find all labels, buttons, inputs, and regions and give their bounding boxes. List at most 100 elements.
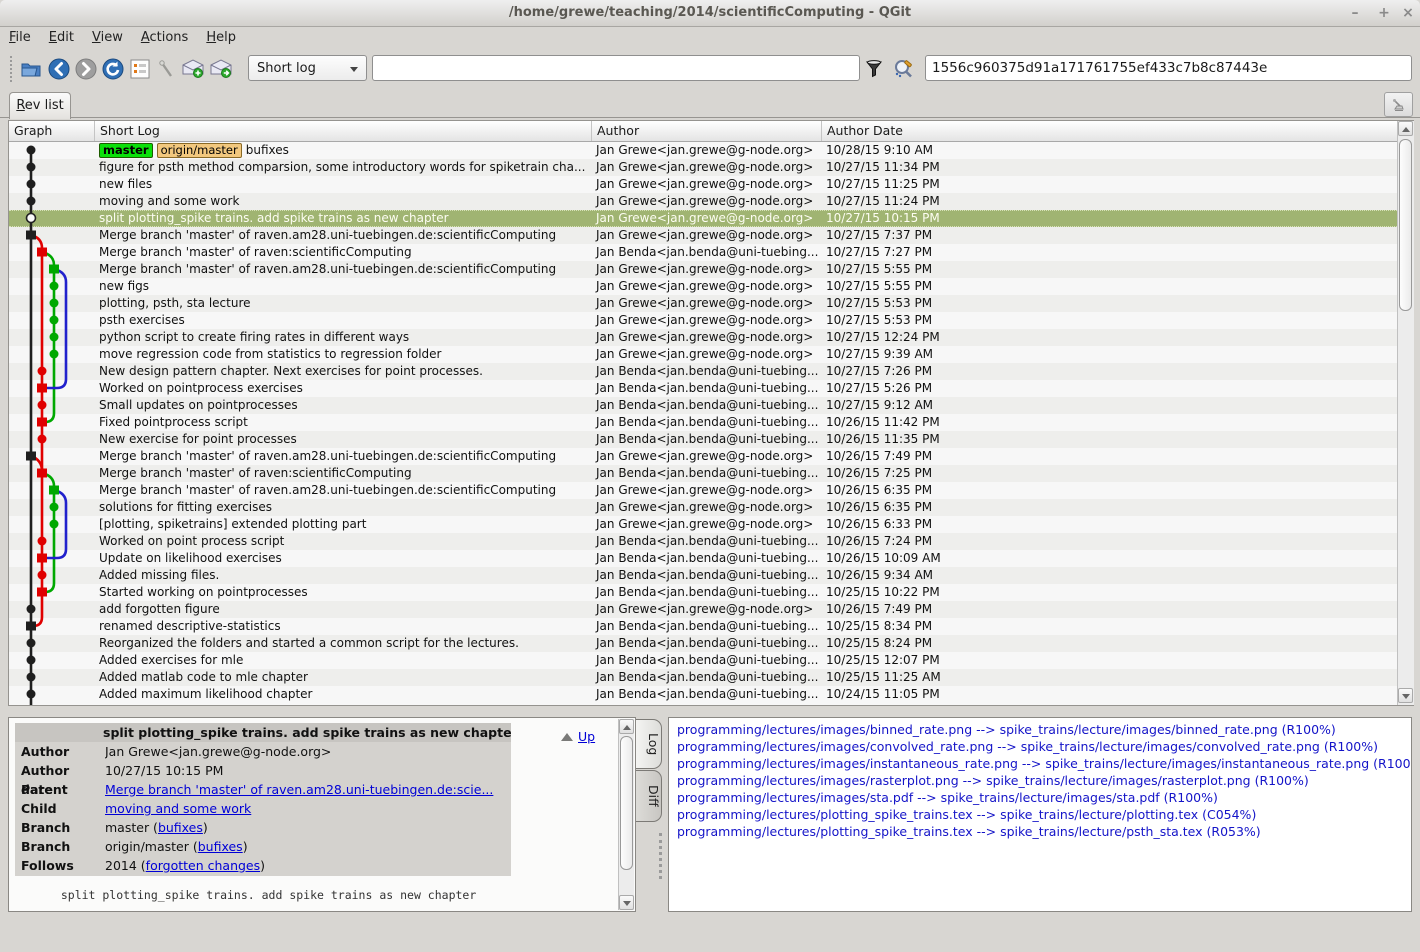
close-button[interactable]: × [1396,0,1420,26]
table-row[interactable]: new filesJan Grewe<jan.grewe@g-node.org>… [9,176,1397,193]
file-rename-entry[interactable]: programming/lectures/plotting_spike_trai… [677,806,1411,823]
search-magnifier-icon [892,58,916,80]
table-row[interactable]: Added exercises for mleJan Benda<jan.ben… [9,652,1397,669]
table-row[interactable]: move regression code from statistics to … [9,346,1397,363]
menu-file[interactable]: File [0,27,40,48]
column-header-author-date[interactable]: Author Date [822,121,1413,141]
scrollbar-thumb[interactable] [620,736,633,870]
table-row[interactable]: Added matlab code to mle chapterJan Bend… [9,669,1397,686]
table-row[interactable]: Merge branch 'master' of raven:scientifi… [9,244,1397,261]
menu-help[interactable]: Help [197,27,245,48]
back-button[interactable] [45,54,72,83]
scroll-down-arrow[interactable] [1398,688,1413,703]
table-row[interactable]: New exercise for point processesJan Bend… [9,431,1397,448]
search-input[interactable] [372,55,860,81]
table-row[interactable]: moving and some workJan Grewe<jan.grewe@… [9,193,1397,210]
short-log-cell: moving and some work [95,193,592,210]
file-rename-entry[interactable]: programming/lectures/images/convolved_ra… [677,738,1411,755]
table-row[interactable]: Small updates on pointprocessesJan Benda… [9,397,1397,414]
table-row[interactable]: Worked on point process scriptJan Benda<… [9,533,1397,550]
table-row[interactable]: solutions for fitting exercisesJan Grewe… [9,499,1397,516]
table-row[interactable]: Merge branch 'master' of raven.am28.uni-… [9,261,1397,278]
file-rename-entry[interactable]: programming/lectures/images/rasterplot.p… [677,772,1411,789]
table-row[interactable]: psth exercisesJan Grewe<jan.grewe@g-node… [9,312,1397,329]
magic-wand-button[interactable] [153,54,180,83]
field-link[interactable]: bufixes [198,839,243,854]
table-row[interactable]: Merge branch 'master' of raven:scientifi… [9,465,1397,482]
table-row[interactable]: Worked on pointprocess exercisesJan Bend… [9,380,1397,397]
refresh-button[interactable] [99,54,126,83]
field-link[interactable]: moving and some work [105,801,251,816]
filter-button[interactable] [862,54,886,83]
up-control[interactable]: Up [561,729,595,744]
table-row[interactable]: Fixed pointprocess scriptJan Benda<jan.b… [9,414,1397,431]
tab-corner-button[interactable] [1384,92,1413,117]
maximize-button[interactable]: + [1372,0,1396,26]
table-row[interactable]: Merge branch 'master' of raven.am28.uni-… [9,482,1397,499]
table-row[interactable]: new figsJan Grewe<jan.grewe@g-node.org>1… [9,278,1397,295]
scroll-up-arrow[interactable] [619,719,634,734]
commit-detail-panel: split plotting_spike trains. add spike t… [8,717,636,912]
splitter-grip[interactable] [659,833,665,879]
author-date-cell: 10/27/15 7:37 PM [822,227,1397,244]
field-link[interactable]: forgotten changes [146,858,260,873]
table-row[interactable]: Merge branch 'master' of raven.am28.uni-… [9,227,1397,244]
graph-cell [9,176,95,193]
file-rename-entry[interactable]: programming/lectures/images/instantaneou… [677,755,1411,772]
scroll-down-arrow[interactable] [619,895,634,910]
short-log-cell: Added exercises for mle [95,652,592,669]
column-header-author[interactable]: Author [592,121,822,141]
menu-edit[interactable]: Edit [40,27,83,48]
open-repository-button[interactable] [17,54,44,83]
tab-rev-list[interactable]: Rev list [9,92,71,119]
highlight-search-button[interactable] [890,54,917,83]
save-patch-button[interactable] [180,54,207,83]
short-log-cell: solutions for fitting exercises [95,499,592,516]
table-rows: masterorigin/masterbufixesJan Grewe<jan.… [9,142,1397,705]
sha-input[interactable] [925,55,1412,81]
minimize-button[interactable]: – [1343,0,1367,26]
field-link[interactable]: Merge branch 'master' of raven.am28.uni-… [105,782,493,797]
graph-cell [9,295,95,312]
tab-diff[interactable]: Diff [636,770,662,822]
table-row[interactable]: plotting, psth, sta lectureJan Grewe<jan… [9,295,1397,312]
table-row[interactable]: Started working on pointprocessesJan Ben… [9,584,1397,601]
file-rename-entry[interactable]: programming/lectures/images/sta.pdf --> … [677,789,1411,806]
detail-field: Author date10/27/15 10:15 PM [15,761,511,780]
table-row[interactable]: add forgotten figureJan Grewe<jan.grewe@… [9,601,1397,618]
tab-log[interactable]: Log [636,719,662,769]
author-cell: Jan Grewe<jan.grewe@g-node.org> [592,516,822,533]
up-link[interactable]: Up [578,729,595,744]
menu-actions[interactable]: Actions [132,27,198,48]
menu-view[interactable]: View [83,27,132,48]
rev-list-scrollbar[interactable] [1397,121,1414,705]
table-row[interactable]: Reorganized the folders and started a co… [9,635,1397,652]
file-rename-entry[interactable]: programming/lectures/plotting_spike_trai… [677,823,1411,840]
forward-button[interactable] [72,54,99,83]
scroll-up-arrow[interactable] [1398,121,1413,136]
table-row[interactable]: split plotting_spike trains. add spike t… [9,210,1397,227]
table-row[interactable]: Added maximum likelihood chapterJan Bend… [9,686,1397,703]
scrollbar-thumb[interactable] [1399,139,1412,311]
apply-patch-button[interactable] [208,54,235,83]
table-row[interactable]: figure for psth method comparsion, some … [9,159,1397,176]
field-link[interactable]: bufixes [158,820,203,835]
detail-scrollbar[interactable] [618,719,634,910]
file-rename-entry[interactable]: programming/lectures/images/binned_rate.… [677,721,1411,738]
table-row[interactable]: renamed descriptive-statisticsJan Benda<… [9,618,1397,635]
column-header-short-log[interactable]: Short Log [95,121,592,141]
view-mode-select[interactable]: Short log [248,55,367,81]
view-toggle-button[interactable] [126,54,153,83]
toolbar-grip[interactable] [10,56,16,82]
column-header-graph[interactable]: Graph [9,121,95,141]
table-row[interactable]: [plotting, spiketrains] extended plottin… [9,516,1397,533]
table-row[interactable]: New design pattern chapter. Next exercis… [9,363,1397,380]
graph-cell [9,635,95,652]
table-row[interactable]: Update on likelihood exercisesJan Benda<… [9,550,1397,567]
author-cell: Jan Grewe<jan.grewe@g-node.org> [592,295,822,312]
table-row[interactable]: Added missing files.Jan Benda<jan.benda@… [9,567,1397,584]
table-row[interactable]: python script to create firing rates in … [9,329,1397,346]
table-row[interactable]: Merge branch 'master' of raven.am28.uni-… [9,448,1397,465]
table-row[interactable]: masterorigin/masterbufixesJan Grewe<jan.… [9,142,1397,159]
author-cell: Jan Benda<jan.benda@uni-tuebing... [592,635,822,652]
